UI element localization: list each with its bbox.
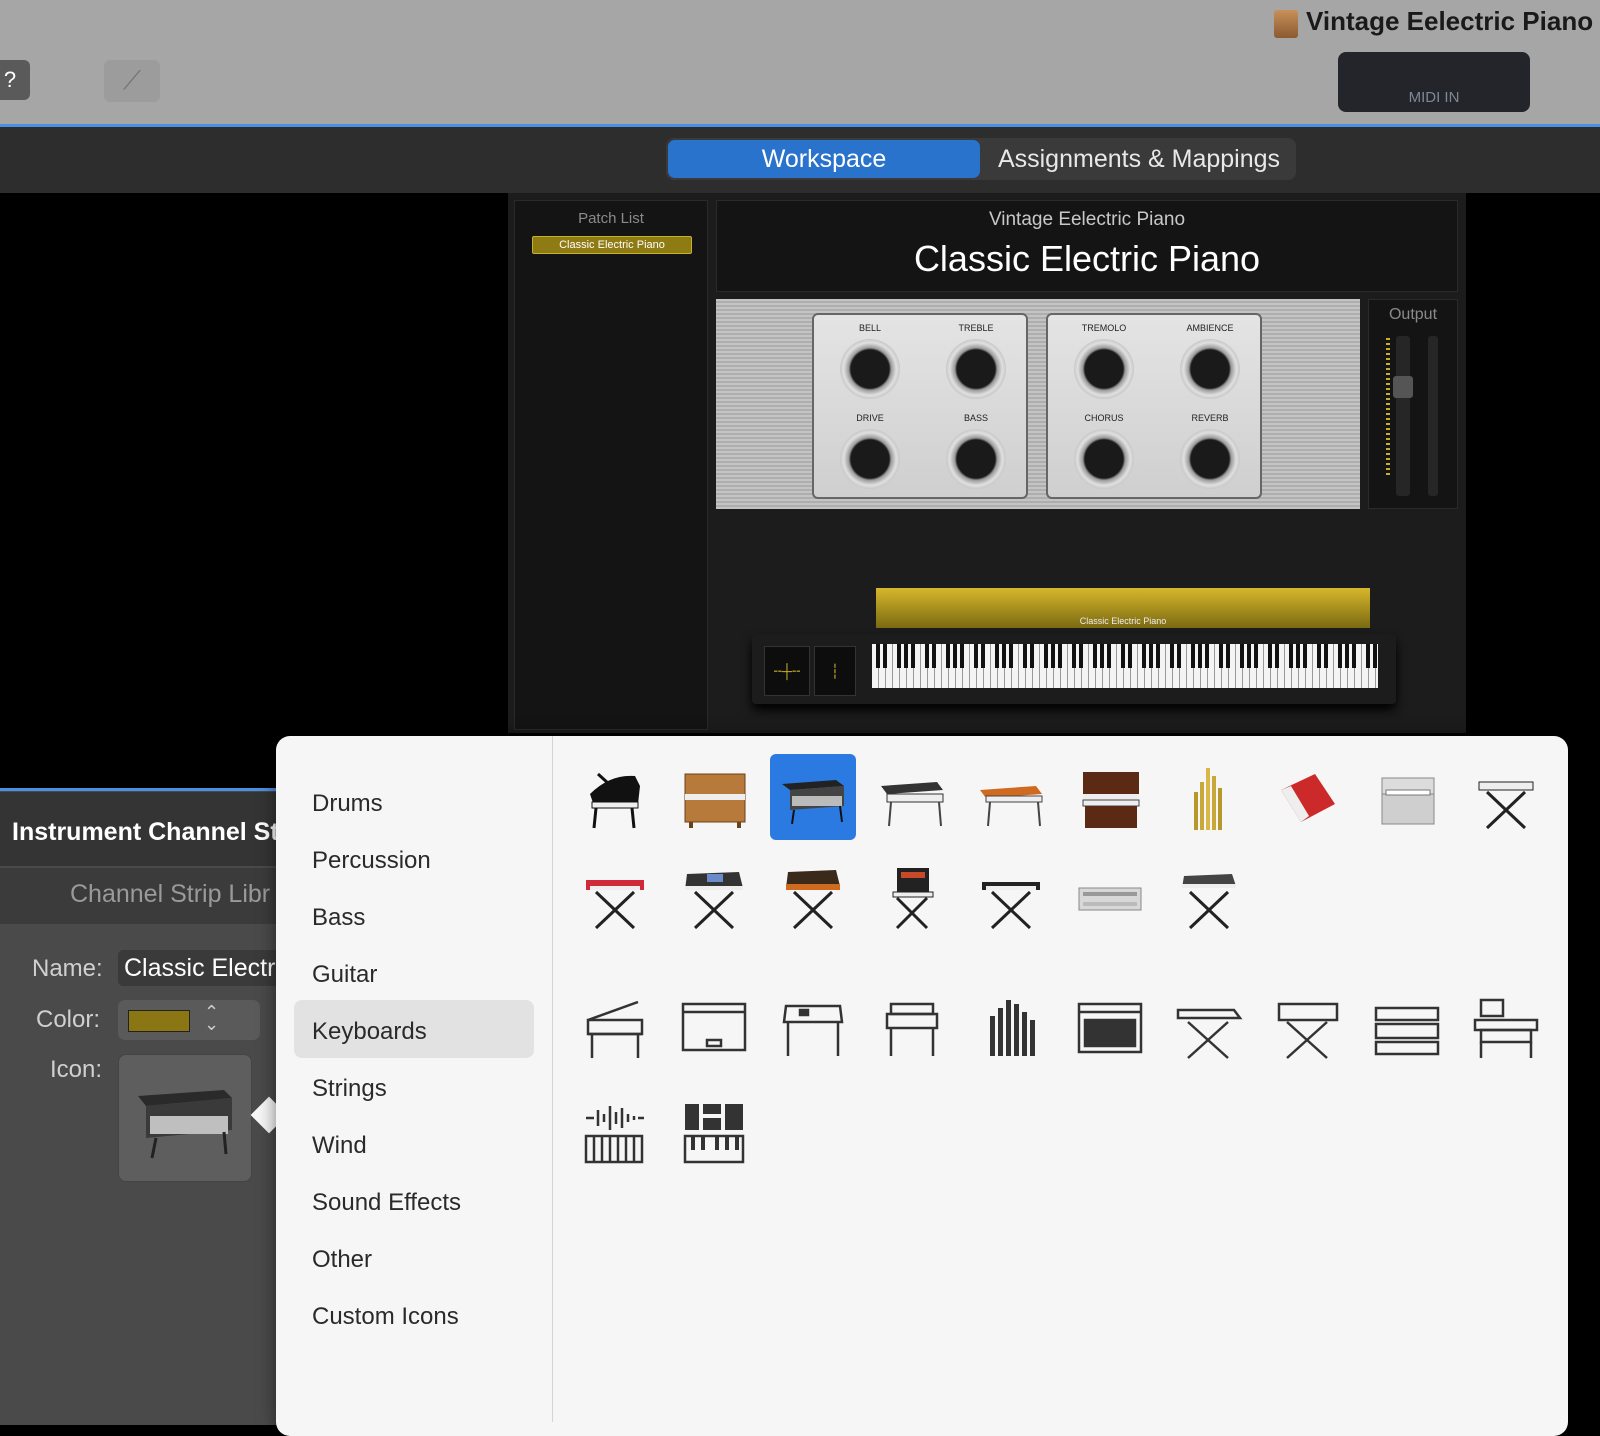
sequencer-glyph-icon[interactable]: [1364, 986, 1450, 1072]
name-field[interactable]: Classic Electr: [118, 950, 298, 986]
tuning-fork-icon[interactable]: ⟋: [104, 60, 160, 102]
grand-piano-icon[interactable]: [572, 756, 658, 842]
category-other[interactable]: Other: [312, 1246, 372, 1274]
category-drums[interactable]: Drums: [312, 790, 383, 818]
tremolo-knob[interactable]: [1074, 339, 1134, 399]
upright-piano-glyph-icon[interactable]: [671, 986, 757, 1072]
computer-desk-glyph-icon[interactable]: [1463, 986, 1549, 1072]
knob-label-bell: BELL: [858, 323, 882, 333]
patch-title: Classic Electric Piano: [913, 238, 1261, 279]
category-custom-icons[interactable]: Custom Icons: [312, 1303, 459, 1331]
tab-assignments-mappings[interactable]: Assignments & Mappings: [984, 140, 1294, 178]
knob-label-treble: TREBLE: [958, 323, 994, 333]
instrument-icon: [1274, 10, 1298, 38]
keytar-stand-icon[interactable]: [1166, 856, 1252, 942]
digital-synth-icon[interactable]: [968, 856, 1054, 942]
waveform-keys-glyph-icon[interactable]: [572, 1090, 658, 1176]
stage-piano-icon[interactable]: [968, 756, 1054, 842]
question-mark-icon[interactable]: ?: [0, 60, 30, 100]
midi-in-label: MIDI IN: [1408, 89, 1460, 106]
icon-label: Icon:: [50, 1056, 103, 1083]
channel-strip-library-label[interactable]: Channel Strip Libr: [70, 880, 270, 909]
color-label: Color:: [36, 1006, 101, 1033]
inspector-title[interactable]: Instrument Channel St: [12, 818, 279, 847]
chorus-knob[interactable]: [1074, 429, 1134, 489]
drive-knob[interactable]: [840, 429, 900, 489]
accordion-icon[interactable]: [1265, 756, 1351, 842]
output-panel: [1368, 299, 1458, 509]
piano-black-keys[interactable]: [872, 644, 1378, 668]
organ-icon[interactable]: [1067, 756, 1153, 842]
bell-knob[interactable]: [840, 339, 900, 399]
reverb-knob[interactable]: [1180, 429, 1240, 489]
modular-synth-icon[interactable]: [869, 856, 955, 942]
electric-piano-icon[interactable]: [770, 754, 856, 840]
knob-panel-right: TREMOLO AMBIENCE CHORUS REVERB: [1046, 313, 1262, 499]
knob-label-reverb: REVERB: [1191, 413, 1229, 423]
knob-label-tremolo: TREMOLO: [1081, 323, 1127, 333]
synth-stand-glyph-icon[interactable]: [1166, 986, 1252, 1072]
popover-divider: [552, 736, 553, 1422]
plugin-panel: BELL TREBLE DRIVE BASS TREMOLO AMBIENCE …: [716, 299, 1360, 509]
keyboard-stand-glyph-icon[interactable]: [1265, 986, 1351, 1072]
chevron-updown-icon[interactable]: ⌃ ⌄: [204, 1003, 219, 1033]
wurlitzer-piano-icon[interactable]: [869, 756, 955, 842]
harmonium-icon[interactable]: [1364, 756, 1450, 842]
keyboard-stand-icon[interactable]: [1463, 756, 1549, 842]
pipe-organ-glyph-icon[interactable]: [968, 986, 1054, 1072]
treble-knob[interactable]: [946, 339, 1006, 399]
patch-subtitle: Vintage Eelectric Piano: [988, 209, 1186, 230]
category-guitar[interactable]: Guitar: [312, 961, 377, 989]
electric-piano-glyph-icon[interactable]: [770, 986, 856, 1072]
drum-machine-icon[interactable]: [1067, 856, 1153, 942]
category-bass[interactable]: Bass: [312, 904, 365, 932]
analog-synth-icon[interactable]: [770, 856, 856, 942]
red-synth-stand-icon[interactable]: [572, 856, 658, 942]
pitch-bend-wheel[interactable]: ╌┼╌: [764, 646, 810, 696]
pipe-organ-icon[interactable]: [1166, 756, 1252, 842]
electric-piano-icon: [138, 1090, 232, 1159]
output-label: Output: [1388, 306, 1438, 323]
output-level-meter: [1386, 338, 1390, 478]
output-meter-right: [1428, 336, 1438, 496]
patch-list-item[interactable]: Classic Electric Piano: [532, 236, 692, 254]
color-swatch: [128, 1010, 190, 1032]
amp-glyph-icon[interactable]: [1067, 986, 1153, 1072]
knob-panel-left: BELL TREBLE DRIVE BASS: [812, 313, 1028, 499]
window-title: Vintage Eelectric Piano: [1306, 6, 1594, 36]
name-label: Name:: [32, 955, 103, 982]
knob-label-ambience: AMBIENCE: [1186, 323, 1234, 333]
patch-list-panel: [514, 200, 708, 730]
output-fader-handle[interactable]: [1393, 376, 1413, 398]
tab-workspace[interactable]: Workspace: [668, 140, 980, 178]
ambience-knob[interactable]: [1180, 339, 1240, 399]
bass-knob[interactable]: [946, 429, 1006, 489]
mod-wheel[interactable]: ┆: [814, 646, 856, 696]
output-fader-track[interactable]: [1396, 336, 1410, 496]
organ-glyph-icon[interactable]: [869, 986, 955, 1072]
category-keyboards[interactable]: Keyboards: [312, 1018, 427, 1046]
workstation-synth-icon[interactable]: [671, 856, 757, 942]
category-wind[interactable]: Wind: [312, 1132, 367, 1160]
knob-label-chorus: CHORUS: [1084, 413, 1124, 423]
category-percussion[interactable]: Percussion: [312, 847, 431, 875]
sampler-keys-glyph-icon[interactable]: [671, 1090, 757, 1176]
category-strings[interactable]: Strings: [312, 1075, 387, 1103]
upright-piano-icon[interactable]: [671, 756, 757, 842]
knob-label-drive: DRIVE: [856, 413, 884, 423]
keyboard-label: Classic Electric Piano: [1079, 616, 1167, 626]
grand-piano-glyph-icon[interactable]: [572, 986, 658, 1072]
midi-in-indicator: MIDI IN: [1338, 52, 1530, 112]
category-sound-effects[interactable]: Sound Effects: [312, 1189, 461, 1217]
patch-list-title: Patch List: [578, 210, 644, 227]
knob-label-bass: BASS: [963, 413, 988, 423]
